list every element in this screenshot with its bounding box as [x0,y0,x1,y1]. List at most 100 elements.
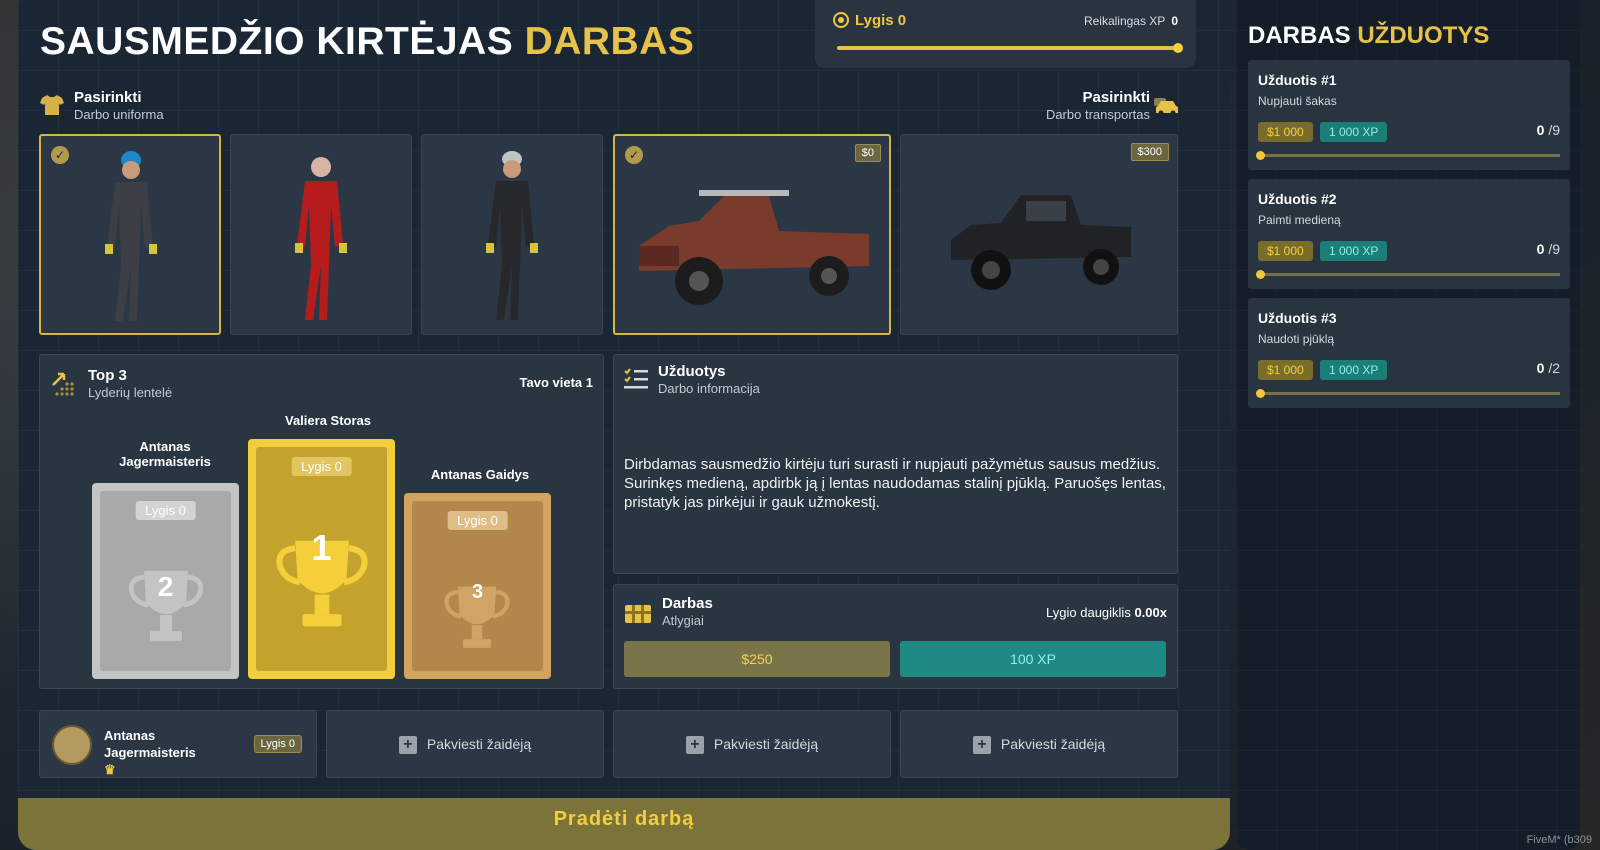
second-place-level: Lygis 0 [135,501,196,520]
third-place-level: Lygis 0 [447,511,508,530]
invite-label: Pakviesti žaidėją [713,736,819,752]
your-place: Tavo vieta 1 [520,375,593,390]
task-progress: 0 /2 [1537,360,1560,376]
reward-money: $250 [624,641,890,677]
black-truck-image [951,195,1131,290]
job-panel: SAUSMEDŽIO KIRTĖJAS DARBAS Lygis 0 Reika… [18,0,1230,850]
task-name: Užduotis #3 [1258,310,1337,326]
second-place-rank: 2 [157,571,174,602]
xp-bar-knob [1173,43,1183,53]
required-xp-value: 0 [1171,14,1178,28]
worker-figure-red [295,157,347,320]
task-desc: Nupjauti šakas [1258,94,1337,108]
second-place-podium: Lygis 0 2 [92,483,239,679]
tasks-info-heading-title: Užduotys [658,363,726,380]
rusty-pickup-image [639,190,869,305]
third-place-name: Antanas Gaidys [430,467,530,482]
task-total: /9 [1548,122,1560,138]
task-desc: Naudoti pjūklą [1258,332,1335,346]
task-done: 0 [1536,122,1545,138]
transport-heading: Pasirinkti Darbo transportas [1046,89,1150,122]
page-title: SAUSMEDŽIO KIRTĖJAS DARBAS [40,20,694,64]
uniform-option-2[interactable] [230,134,412,335]
transport-heading-title: Pasirinkti [1082,89,1150,106]
uniform-option-1[interactable]: ✓ [39,134,221,335]
tasks-info-heading-sub: Darbo informacija [658,381,760,396]
task-progress-bar [1256,151,1560,160]
your-place-value: 1 [585,375,593,390]
selected-check-icon: ✓ [625,146,643,164]
task-progress-bar [1256,270,1560,279]
shirt-icon [40,94,64,120]
party-member-level: Lygis 0 [253,735,302,753]
level-multiplier: Lygio daugiklis 0.00x [1046,605,1167,620]
sidebar-title: DARBAS UŽDUOTYS [1248,22,1489,50]
invite-player-button-1[interactable]: + Pakviesti žaidėją [326,710,604,778]
rewards-heading-title: Darbas [662,595,713,612]
tasks-sidebar: DARBAS UŽDUOTYS Užduotis #1 Nupjauti šak… [1236,0,1580,850]
xp-bar [837,43,1183,53]
party-member-name-wrap: Antanas Jagermaisteris ♛ [104,727,196,778]
task-total: /9 [1548,241,1560,257]
task-card-1: Užduotis #1 Nupjauti šakas $1 000 1 000 … [1248,60,1570,170]
avatar [52,725,92,765]
first-place-podium: Lygis 0 1 [248,439,395,679]
xp-bar-fill [837,46,1179,50]
job-description: Dirbdamas sausmedžio kirtėju turi surast… [624,456,1166,511]
task-money: $1 000 [1258,360,1313,380]
checklist-icon [624,368,648,389]
selected-check-icon: ✓ [51,146,69,164]
treasure-chest-icon [625,605,651,623]
transport-heading-sub: Darbo transportas [1045,107,1150,122]
sidebar-title-main: DARBAS [1248,22,1351,49]
task-desc: Paimti medieną [1258,213,1341,227]
first-place-rank: 1 [311,527,332,568]
level-label: Lygis 0 [855,12,907,29]
second-place-name: Antanas Jagermaisteris [119,439,211,469]
third-place-rank: 3 [471,581,484,603]
invite-player-button-3[interactable]: + Pakviesti žaidėją [900,710,1178,778]
rewards-heading-sub: Atlygiai [662,613,704,628]
required-xp-label: Reikalingas XP [1083,14,1166,28]
first-place-name: Valiera Storas [285,413,371,428]
crown-icon: ♛ [104,762,116,777]
task-money: $1 000 [1258,122,1313,142]
task-progress-bar [1256,389,1560,398]
task-card-3: Užduotis #3 Naudoti pjūklą $1 000 1 000 … [1248,298,1570,408]
task-progress: 0 /9 [1537,122,1560,138]
transport-option-1[interactable]: ✓ $0 [613,134,891,335]
required-xp: Reikalingas XP 0 [1084,14,1178,28]
first-place-level: Lygis 0 [291,457,352,476]
task-xp: 1 000 XP [1320,122,1388,142]
your-place-label: Tavo vieta [519,375,583,390]
uniform-heading-title: Pasirinkti [74,89,142,106]
task-done: 0 [1536,241,1545,257]
tasks-info-panel: Užduotys Darbo informacija Dirbdamas sau… [613,354,1178,574]
invite-player-button-2[interactable]: + Pakviesti žaidėją [613,710,891,778]
uniform-option-3[interactable] [421,134,603,335]
reward-xp: 100 XP [900,641,1166,677]
task-total: /2 [1548,360,1560,376]
fivem-watermark: FiveM* (b309 [1526,834,1592,846]
level-multiplier-label: Lygio daugiklis [1046,605,1131,620]
rewards-heading: Darbas Atlygiai [662,595,713,628]
leaderboard-heading: Top 3 Lyderių lentelė [88,367,172,400]
task-card-2: Užduotis #2 Paimti medieną $1 000 1 000 … [1248,179,1570,289]
sidebar-title-accent: UŽDUOTYS [1357,22,1490,49]
task-name: Užduotis #2 [1258,191,1337,207]
task-progress: 0 /9 [1537,241,1560,257]
start-job-button[interactable]: Pradėti darbą [18,798,1230,850]
uniform-heading-sub: Darbo uniforma [74,107,164,122]
level-icon [833,12,849,28]
plus-icon: + [398,736,417,754]
title-main: SAUSMEDŽIO KIRTĖJAS [40,20,514,63]
party-member-slot: Antanas Jagermaisteris ♛ Lygis 0 [39,710,317,778]
task-xp: 1 000 XP [1320,360,1388,380]
invite-label: Pakviesti žaidėją [426,736,532,752]
transport-option-2[interactable]: $300 [900,134,1178,335]
car-icon [1152,96,1180,122]
task-name: Užduotis #1 [1258,72,1337,88]
tasks-info-heading: Užduotys Darbo informacija [658,363,760,396]
level-multiplier-value: 0.00x [1134,605,1167,620]
task-money: $1 000 [1258,241,1313,261]
